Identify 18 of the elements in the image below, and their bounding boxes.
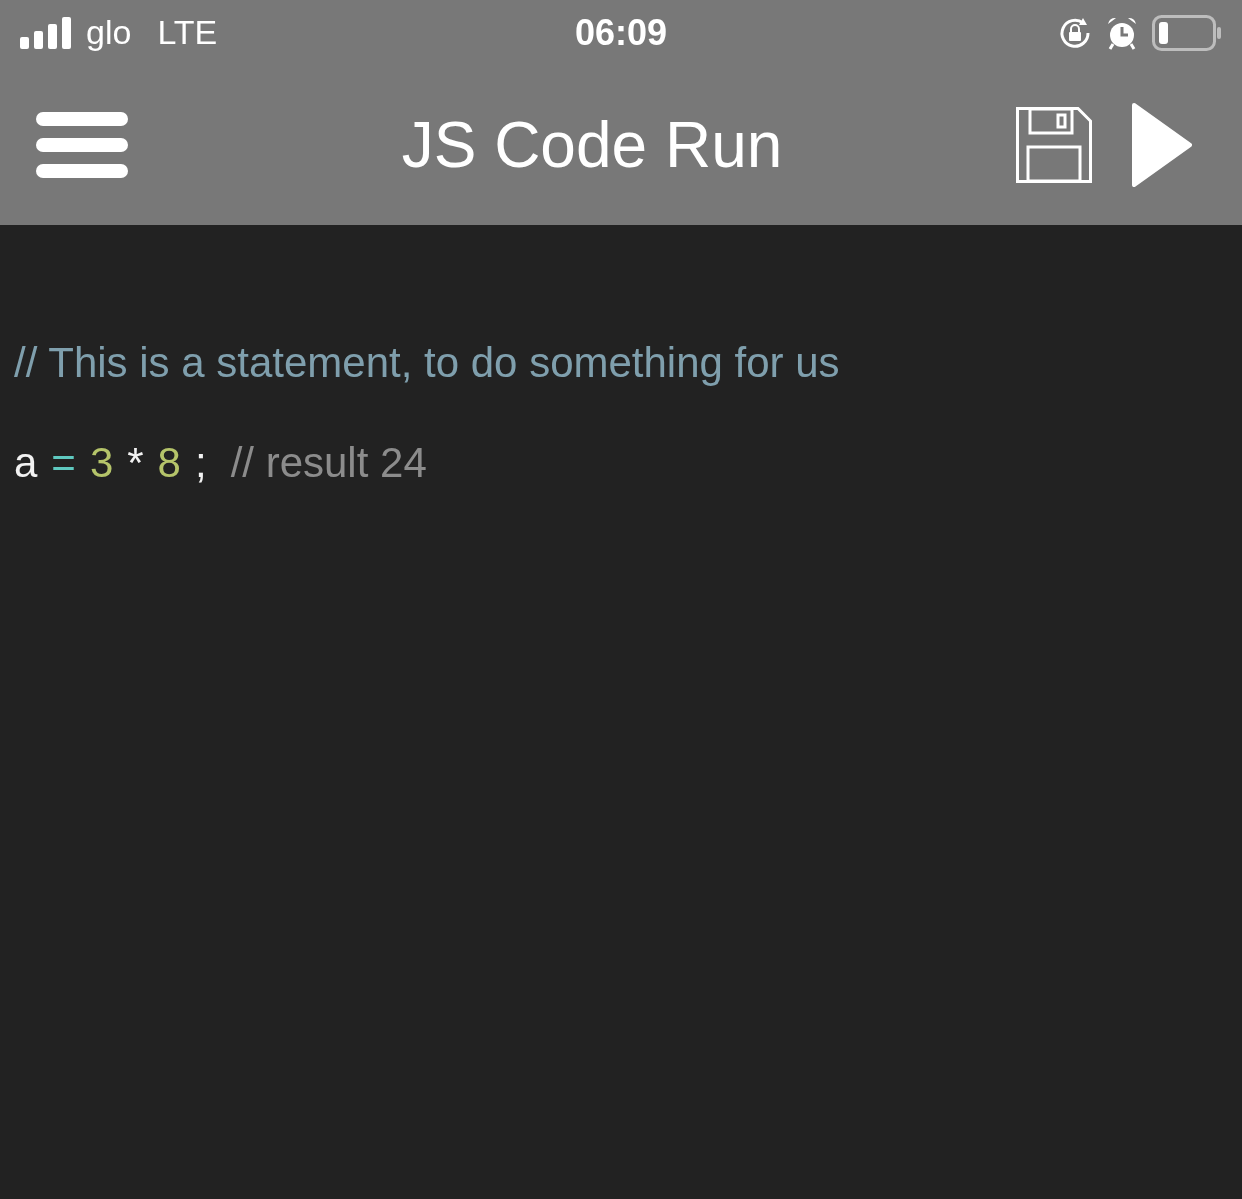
carrier-name: glo [86, 12, 132, 53]
save-button[interactable] [1016, 107, 1092, 183]
code-token: * [127, 438, 144, 488]
code-token: a [14, 438, 38, 488]
alarm-icon [1106, 15, 1138, 50]
battery-icon [1152, 14, 1222, 51]
app-title: JS Code Run [400, 108, 783, 183]
code-token: 3 [89, 438, 114, 488]
code-token: // result 24 [230, 438, 427, 488]
code-token: 8 [157, 438, 181, 488]
code-token: // This is a statement, to do something for us [14, 338, 840, 388]
code-token: = [51, 438, 76, 488]
menu-button[interactable] [36, 110, 128, 180]
status-time: 06:09 [574, 10, 668, 55]
code-token: ; [194, 438, 207, 488]
network-type: LTE [157, 12, 218, 53]
run-button[interactable] [1130, 103, 1192, 187]
signal-icon [20, 16, 72, 49]
